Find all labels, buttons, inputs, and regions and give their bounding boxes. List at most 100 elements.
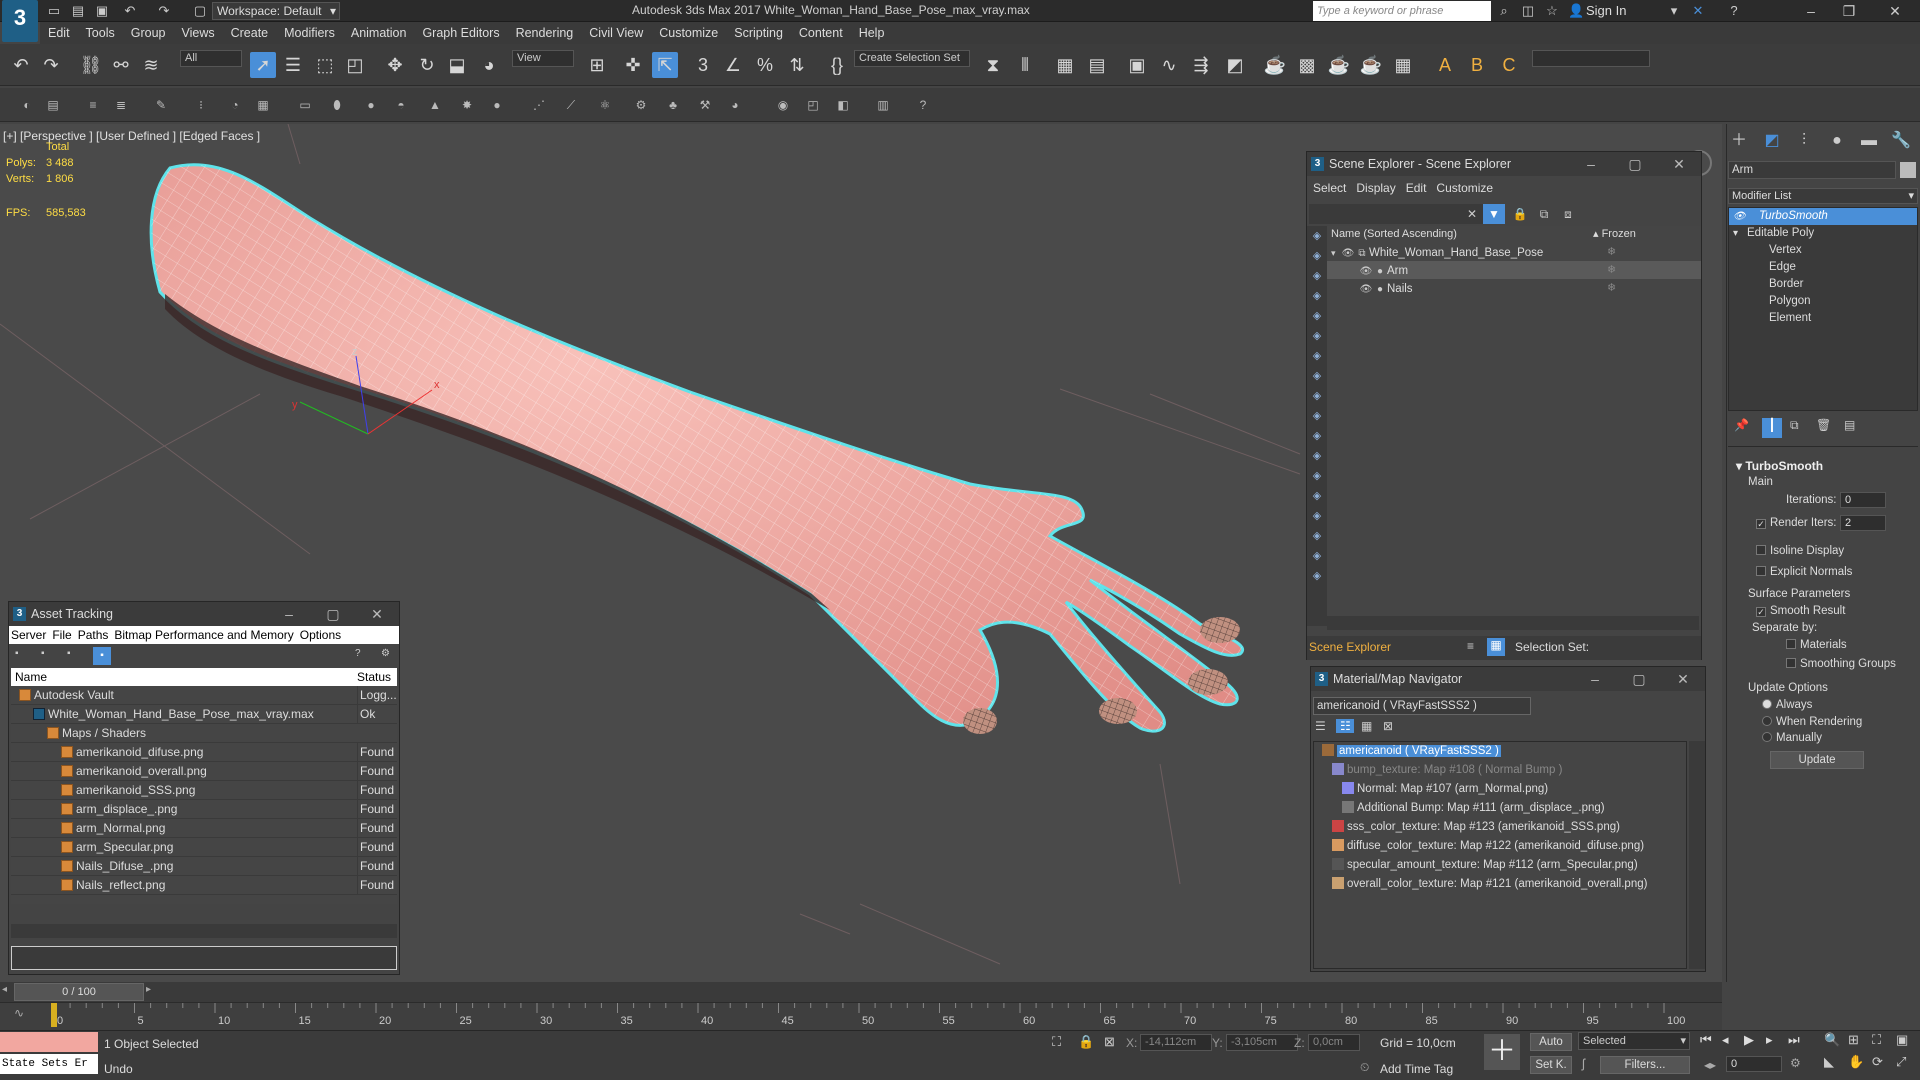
scene-tree-header[interactable]: Name (Sorted Ascending) ▴ Frozen bbox=[1327, 226, 1701, 243]
user-icon[interactable]: 👤 bbox=[1568, 3, 1584, 19]
pin-stack-icon[interactable]: 📌 bbox=[1734, 418, 1749, 432]
material-tree-row[interactable]: Additional Bump: Map #111 (arm_displace_… bbox=[1314, 799, 1686, 818]
selection-lock-icon[interactable]: 🔒 bbox=[1078, 1034, 1094, 1050]
orbit-icon[interactable]: ⟳ bbox=[1872, 1054, 1883, 1070]
ribbon-tool-1-icon[interactable]: ◐ bbox=[18, 96, 36, 114]
key-mode-toggle-icon[interactable]: ◂▸ bbox=[1704, 1058, 1716, 1072]
menu-animation[interactable]: Animation bbox=[343, 22, 415, 44]
list-view-icon[interactable]: ▪ bbox=[41, 648, 45, 659]
ribbon-tool-24-icon[interactable]: ◰ bbox=[804, 96, 822, 114]
scene-filter-4-icon[interactable]: ◈ bbox=[1307, 286, 1327, 306]
ribbon-tool-21-icon[interactable]: ⚒ bbox=[696, 96, 714, 114]
ribbon-tool-6-icon[interactable]: ⁝ bbox=[192, 96, 210, 114]
scene-filter-13-icon[interactable]: ◈ bbox=[1307, 466, 1327, 486]
col-name[interactable]: Name bbox=[11, 670, 47, 684]
update-button[interactable]: Update bbox=[1770, 751, 1864, 769]
explicit-normals-checkbox[interactable]: Explicit Normals bbox=[1756, 566, 1852, 578]
menu-create[interactable]: Create bbox=[223, 22, 277, 44]
asset-row[interactable]: arm_displace_.png Found bbox=[11, 800, 397, 819]
asset-menu-server[interactable]: Server bbox=[11, 626, 46, 644]
asset-h-scrollbar[interactable] bbox=[11, 924, 397, 938]
scene-menu-select[interactable]: Select bbox=[1313, 176, 1346, 200]
mini-curve-icon[interactable]: ∿ bbox=[14, 1006, 24, 1020]
scene-filter-16-icon[interactable]: ◈ bbox=[1307, 526, 1327, 546]
scene-filter-12-icon[interactable]: ◈ bbox=[1307, 446, 1327, 466]
rotate-icon[interactable]: ↻ bbox=[414, 52, 440, 78]
align-icon[interactable]: ⫴ bbox=[1012, 52, 1038, 78]
time-slider-thumb[interactable]: 0 / 100 bbox=[14, 983, 144, 1001]
field-of-view-icon[interactable]: ◣ bbox=[1824, 1054, 1834, 1070]
scene-explorer-titlebar[interactable]: 3 Scene Explorer - Scene Explorer – ▢ ✕ bbox=[1307, 152, 1701, 176]
vray-text-c-icon[interactable]: C bbox=[1496, 52, 1522, 78]
modifier-stack-item[interactable]: Element bbox=[1729, 310, 1917, 327]
tree-view-icon[interactable]: ▪ bbox=[93, 647, 111, 665]
unlink-icon[interactable]: ⚯ bbox=[108, 52, 134, 78]
x-coord-field[interactable]: -14,112cm bbox=[1140, 1034, 1212, 1051]
menu-rendering[interactable]: Rendering bbox=[508, 22, 582, 44]
redo-small-icon[interactable]: ↷ bbox=[156, 3, 172, 19]
material-navigator-titlebar[interactable]: 3 Material/Map Navigator – ▢ ✕ bbox=[1311, 667, 1705, 691]
iterations-spinner[interactable]: 0 bbox=[1840, 492, 1886, 508]
bind-spacewarp-icon[interactable]: ≋ bbox=[138, 52, 164, 78]
maximize-icon[interactable]: ▢ bbox=[1613, 152, 1657, 176]
scene-filter-7-icon[interactable]: ◈ bbox=[1307, 346, 1327, 366]
hierarchy-tab-icon[interactable]: ⫶ bbox=[1793, 131, 1815, 151]
material-tree-row[interactable]: Normal: Map #107 (arm_Normal.png) bbox=[1314, 780, 1686, 799]
ribbon-tool-10-icon[interactable]: ⬮ bbox=[328, 96, 346, 114]
close-window-icon[interactable]: ✕ bbox=[1880, 1, 1910, 21]
expand-toggle-icon[interactable]: ▾ bbox=[1331, 244, 1341, 262]
scene-tree-row[interactable]: 👁 ● Nails ❄ bbox=[1327, 279, 1701, 297]
play-icon[interactable]: ▶ bbox=[1744, 1032, 1766, 1048]
set-key-big-icon[interactable]: ＋ bbox=[1484, 1034, 1520, 1070]
col-status[interactable]: Status bbox=[357, 668, 391, 686]
material-tree-row[interactable]: diffuse_color_texture: Map #122 (amerika… bbox=[1314, 837, 1686, 856]
close-icon[interactable]: ✕ bbox=[1657, 152, 1701, 176]
asset-menu-options[interactable]: Options bbox=[300, 626, 341, 644]
material-tree-row[interactable]: americanoid ( VRayFastSSS2 ) bbox=[1314, 742, 1686, 761]
ribbon-tool-8-icon[interactable]: ▦ bbox=[254, 96, 272, 114]
minimize-window-icon[interactable]: – bbox=[1796, 1, 1826, 21]
asset-row[interactable]: Autodesk Vault Logg... bbox=[11, 686, 397, 705]
modifier-stack-item[interactable]: Vertex bbox=[1729, 242, 1917, 259]
help-icon[interactable]: ? bbox=[1726, 3, 1742, 19]
ribbon-tool-14-icon[interactable]: ✸ bbox=[458, 96, 476, 114]
render-production-icon[interactable]: ☕ bbox=[1326, 52, 1352, 78]
track-bar[interactable] bbox=[0, 1002, 1722, 1030]
ribbon-tool-22-icon[interactable]: ◕ bbox=[726, 96, 744, 114]
minimize-icon[interactable]: – bbox=[1569, 152, 1613, 176]
prev-frame-icon[interactable]: ◂ bbox=[2, 984, 7, 995]
smoothing-groups-checkbox[interactable]: Smoothing Groups bbox=[1786, 658, 1896, 670]
scene-filter-15-icon[interactable]: ◈ bbox=[1307, 506, 1327, 526]
go-to-end-icon[interactable]: ⏭ bbox=[1788, 1032, 1810, 1048]
material-tree-row[interactable]: bump_texture: Map #108 ( Normal Bump ) bbox=[1314, 761, 1686, 780]
zoom-extents-all-icon[interactable]: ▣ bbox=[1896, 1032, 1908, 1048]
next-frame-icon[interactable]: ▸ bbox=[146, 984, 151, 995]
object-color-swatch[interactable] bbox=[1900, 162, 1916, 178]
ribbon-tool-25-icon[interactable]: ◧ bbox=[834, 96, 852, 114]
clear-search-icon[interactable]: ✕ bbox=[1463, 204, 1481, 224]
modifier-stack-item[interactable]: ▾ Editable Poly bbox=[1729, 225, 1917, 242]
show-end-result-icon[interactable]: ┃ bbox=[1762, 418, 1782, 438]
scene-filter-8-icon[interactable]: ◈ bbox=[1307, 366, 1327, 386]
scene-filter-2-icon[interactable]: ◈ bbox=[1307, 246, 1327, 266]
asset-row[interactable]: amerikanoid_difuse.png Found bbox=[11, 743, 397, 762]
when-rendering-radio[interactable]: When Rendering bbox=[1762, 716, 1862, 728]
ribbon-tool-7-icon[interactable]: ◔ bbox=[226, 96, 244, 114]
scale-icon[interactable]: ⬓ bbox=[444, 52, 470, 78]
filters-button[interactable]: Filters... bbox=[1600, 1056, 1690, 1074]
render-gallery-icon[interactable]: ▦ bbox=[1390, 52, 1416, 78]
viewport-label[interactable]: [+] [Perspective ] [User Defined ] [Edge… bbox=[3, 129, 260, 143]
menu-graph-editors[interactable]: Graph Editors bbox=[414, 22, 507, 44]
asset-row[interactable]: Maps / Shaders bbox=[11, 724, 397, 743]
asset-menu-bitmap-performance-and-memory[interactable]: Bitmap Performance and Memory bbox=[114, 626, 293, 644]
modifier-stack-item[interactable]: Border bbox=[1729, 276, 1917, 293]
ribbon-tool-23-icon[interactable]: ◉ bbox=[774, 96, 792, 114]
select-object-icon[interactable]: ➚ bbox=[250, 52, 276, 78]
scene-tree-row[interactable]: ▾ 👁 ⧉ White_Woman_Hand_Base_Pose ❄ bbox=[1327, 243, 1701, 261]
key-filter-select[interactable]: Selected ▾ bbox=[1578, 1032, 1690, 1050]
motion-tab-icon[interactable]: ● bbox=[1826, 131, 1848, 151]
named-selection-select[interactable]: Create Selection Set bbox=[854, 50, 970, 67]
ribbon-tool-2-icon[interactable]: ▤ bbox=[44, 96, 62, 114]
scene-menu-display[interactable]: Display bbox=[1356, 176, 1395, 200]
maximize-icon[interactable]: ▢ bbox=[311, 602, 355, 626]
